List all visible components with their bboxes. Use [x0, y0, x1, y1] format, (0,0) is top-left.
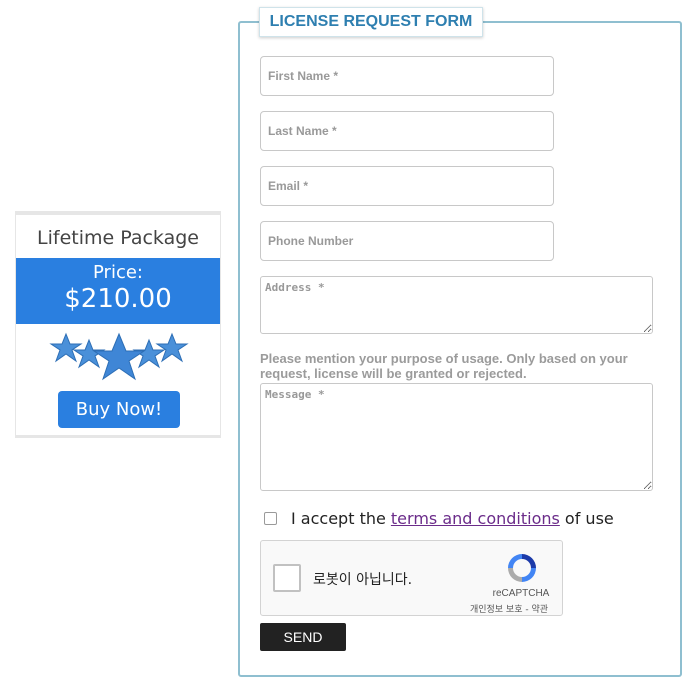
terms-link[interactable]: terms and conditions	[391, 509, 560, 528]
terms-prefix: I accept the	[291, 509, 391, 528]
price-banner: Price: $210.00	[16, 258, 220, 324]
price-value: $210.00	[64, 284, 172, 314]
terms-text: I accept the terms and conditions of use	[291, 509, 614, 528]
package-title: Lifetime Package	[37, 227, 199, 249]
recaptcha-checkbox[interactable]	[273, 564, 301, 592]
form-legend: LICENSE REQUEST FORM	[259, 7, 483, 37]
buy-now-button[interactable]: Buy Now!	[58, 391, 180, 428]
recaptcha-label: 로봇이 아닙니다.	[313, 572, 413, 588]
first-name-field[interactable]	[260, 56, 554, 96]
phone-field[interactable]	[260, 221, 554, 261]
terms-checkbox[interactable]	[264, 512, 277, 525]
message-field[interactable]	[260, 383, 653, 491]
package-card: Lifetime Package Price: $210.00 Buy Now!	[15, 211, 221, 438]
star-icon	[49, 332, 83, 363]
recaptcha-logo-icon	[508, 554, 536, 582]
last-name-field[interactable]	[260, 111, 554, 151]
recaptcha-privacy-links[interactable]: 개인정보 보호 - 약관	[457, 602, 561, 615]
recaptcha-widget: 로봇이 아닙니다. reCAPTCHA 개인정보 보호 - 약관	[260, 540, 563, 616]
send-button[interactable]: SEND	[260, 623, 346, 651]
star-icon	[155, 332, 189, 363]
terms-suffix: of use	[559, 509, 614, 528]
price-label: Price:	[93, 262, 143, 283]
address-field[interactable]	[260, 276, 653, 334]
package-card-body: Lifetime Package Price: $210.00 Buy Now!	[16, 215, 220, 435]
recaptcha-brand: reCAPTCHA	[492, 588, 550, 599]
email-field[interactable]	[260, 166, 554, 206]
purpose-note: Please mention your purpose of usage. On…	[260, 351, 628, 381]
rating-stars	[49, 332, 189, 381]
star-icon	[92, 332, 146, 381]
